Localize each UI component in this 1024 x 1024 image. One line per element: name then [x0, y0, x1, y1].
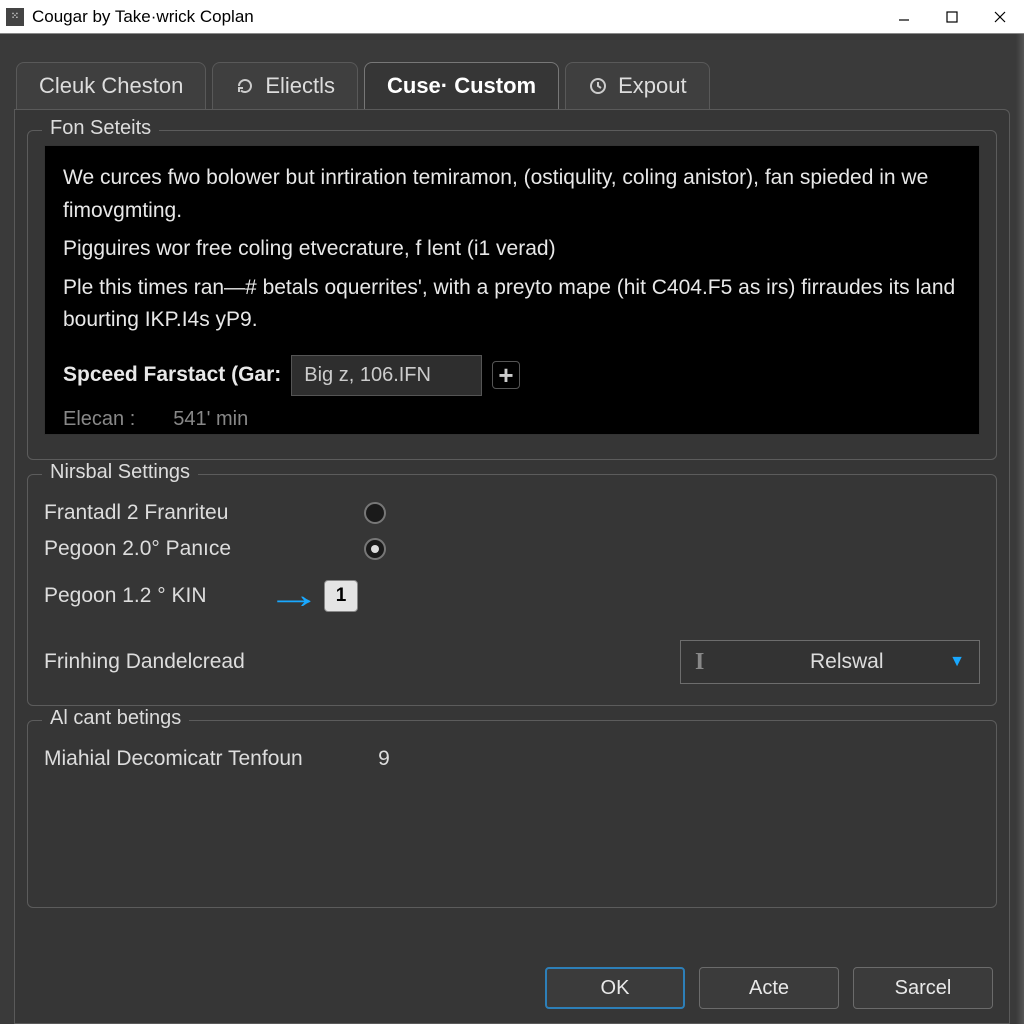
tab-label: Cleuk Cheston — [39, 73, 183, 99]
ok-button[interactable]: OK — [545, 967, 685, 1009]
sarcel-button[interactable]: Sarcel — [853, 967, 993, 1009]
dropdown-frinhing[interactable]: I Relswal ▼ — [680, 640, 980, 684]
tab-cleuk-cheston[interactable]: Cleuk Cheston — [16, 62, 206, 109]
acte-button[interactable]: Acte — [699, 967, 839, 1009]
tab-cuse-custom[interactable]: Cuse· Custom — [364, 62, 559, 109]
tab-label: Eliectls — [265, 73, 335, 99]
setting-row-pegoon-20: Pegoon 2.0° Panıce — [44, 537, 980, 561]
group-legend: Fon Seteits — [42, 117, 159, 140]
group-fon-seteits: Fon Seteits We curces fwo bolower but in… — [27, 130, 997, 460]
refresh-icon — [235, 76, 255, 96]
window-controls — [880, 0, 1024, 34]
titlebar: ⁙ Cougar by Take·wrick Coplan — [0, 0, 1024, 34]
tab-label: Expout — [618, 73, 687, 99]
plus-icon[interactable]: + — [492, 361, 520, 389]
description-box: We curces fwo bolower but inrtiration te… — [44, 145, 980, 435]
speed-value-box[interactable]: Big z, 106.IFN — [291, 355, 482, 396]
chevron-down-icon: ▼ — [949, 653, 965, 671]
arrow-right-icon: → — [266, 573, 322, 618]
tab-body: Fon Seteits We curces fwo bolower but in… — [14, 109, 1010, 1024]
radio-pegoon-20[interactable] — [364, 538, 386, 560]
desc-line-3: Ple this times ran—# betals oquerrites',… — [63, 272, 961, 337]
tab-eliectls[interactable]: Eliectls — [212, 62, 358, 109]
setting-row-frantadl: Frantadl 2 Franriteu — [44, 501, 980, 525]
desc-line-2: Pigguires wor free coling etvecrature, f… — [63, 233, 961, 266]
setting-row-miahial: Miahial Decomicatr Tenfoun 9 — [44, 747, 980, 771]
setting-label: Frinhing Dandelcread — [44, 650, 364, 674]
setting-value: 9 — [364, 747, 404, 771]
tabstrip: Cleuk Cheston Eliectls Cuse· Custom Expo… — [16, 62, 1008, 109]
elecan-label: Elecan : — [63, 404, 135, 435]
window-title: Cougar by Take·wrick Coplan — [32, 7, 254, 27]
setting-row-pegoon-12: Pegoon 1.2 ° KIN → 1 — [44, 573, 980, 618]
elecan-row: Elecan : 541' min — [63, 404, 961, 435]
radio-frantadl[interactable] — [364, 502, 386, 524]
close-button[interactable] — [976, 0, 1024, 34]
setting-label: Frantadl 2 Franriteu — [44, 501, 364, 525]
group-legend: Al cant betings — [42, 707, 189, 730]
elecan-value: 541' min — [173, 404, 248, 435]
setting-label: Pegoon 1.2 ° KIN — [44, 584, 274, 608]
setting-label: Miahial Decomicatr Tenfoun — [44, 747, 364, 771]
app-icon: ⁙ — [6, 8, 24, 26]
ibeam-icon: I — [695, 649, 704, 676]
clock-icon — [588, 76, 608, 96]
tab-expout[interactable]: Expout — [565, 62, 710, 109]
tab-label: Cuse· Custom — [387, 73, 536, 99]
desc-line-1: We curces fwo bolower but inrtiration te… — [63, 162, 961, 227]
maximize-button[interactable] — [928, 0, 976, 34]
window-edge — [1016, 34, 1024, 1024]
footer-buttons: OK Acte Sarcel — [545, 967, 993, 1009]
speed-row: Spceed Farstact (Gar: Big z, 106.IFN + — [63, 355, 961, 396]
setting-row-frinhing: Frinhing Dandelcread I Relswal ▼ — [44, 640, 980, 684]
spin-pegoon-12[interactable]: 1 — [324, 580, 358, 612]
minimize-button[interactable] — [880, 0, 928, 34]
group-al-cant-betings: Al cant betings Miahial Decomicatr Tenfo… — [27, 720, 997, 908]
dropdown-value: Relswal — [744, 650, 949, 674]
client-area: Cleuk Cheston Eliectls Cuse· Custom Expo… — [0, 34, 1024, 1024]
group-nirsbal-settings: Nirsbal Settings Frantadl 2 Franriteu Pe… — [27, 474, 997, 706]
speed-label: Spceed Farstact (Gar: — [63, 359, 281, 392]
group-legend: Nirsbal Settings — [42, 461, 198, 484]
setting-label: Pegoon 2.0° Panıce — [44, 537, 364, 561]
